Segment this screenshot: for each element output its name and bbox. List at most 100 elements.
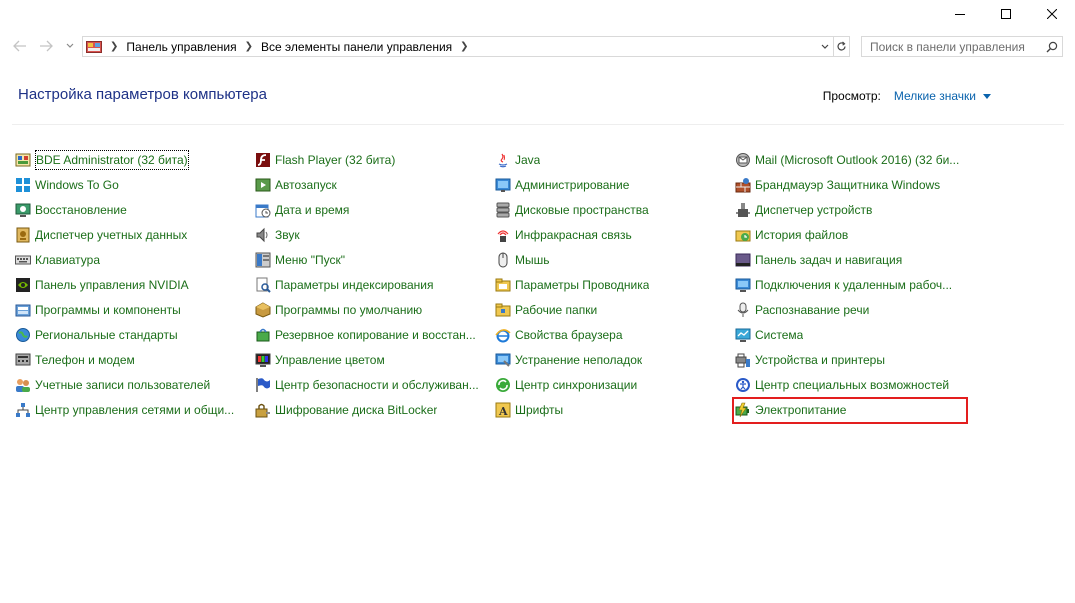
control-panel-item[interactable]: Параметры индексирования: [255, 275, 433, 295]
control-panel-item[interactable]: Резервное копирование и восстан...: [255, 325, 476, 345]
user-accounts-icon: [15, 377, 31, 393]
control-panel-item[interactable]: Региональные стандарты: [15, 325, 178, 345]
control-panel-item[interactable]: Инфракрасная связь: [495, 225, 632, 245]
breadcrumb-control-panel[interactable]: Панель управления: [126, 40, 236, 54]
item-label: Восстановление: [35, 203, 127, 217]
item-label: Меню "Пуск": [275, 253, 346, 267]
control-panel-item[interactable]: Параметры Проводника: [495, 275, 649, 295]
control-panel-item[interactable]: Дата и время: [255, 200, 349, 220]
speech-icon: [735, 302, 751, 318]
nvidia-icon: [15, 277, 31, 293]
item-label: Шифрование диска BitLocker: [275, 403, 438, 417]
sound-icon: [255, 227, 271, 243]
arrow-left-icon[interactable]: [10, 36, 30, 56]
item-label: Система: [755, 328, 804, 342]
item-label: История файлов: [755, 228, 849, 242]
item-label: Телефон и модем: [35, 353, 135, 367]
control-panel-item[interactable]: Автозапуск: [255, 175, 337, 195]
ease-of-access-icon: [735, 377, 751, 393]
control-panel-item[interactable]: Учетные записи пользователей: [15, 375, 210, 395]
maximize-icon[interactable]: [983, 0, 1029, 28]
devices-printers-icon: [735, 352, 751, 368]
control-panel-item[interactable]: Подключения к удаленным рабоч...: [735, 275, 952, 295]
fonts-icon: A: [495, 402, 511, 418]
bitlocker-icon: [255, 402, 271, 418]
control-panel-item[interactable]: Звук: [255, 225, 300, 245]
breadcrumb-all-items[interactable]: Все элементы панели управления: [261, 40, 452, 54]
color-management-icon: [255, 352, 271, 368]
control-panel-item[interactable]: Диспетчер учетных данных: [15, 225, 187, 245]
address-dropdown-icon[interactable]: [818, 37, 832, 56]
control-panel-item[interactable]: Распознавание речи: [735, 300, 869, 320]
region-icon: [15, 327, 31, 343]
control-panel-item[interactable]: Система: [735, 325, 803, 345]
control-panel-item[interactable]: Диспетчер устройств: [735, 200, 872, 220]
control-panel-item[interactable]: Свойства браузера: [495, 325, 623, 345]
flash-player-icon: [255, 152, 271, 168]
control-panel-item[interactable]: Восстановление: [15, 200, 127, 220]
highlight-frame: [732, 397, 968, 424]
control-panel-item[interactable]: Шифрование диска BitLocker: [255, 400, 437, 420]
item-label: Flash Player (32 бита): [275, 153, 396, 167]
troubleshoot-icon: [495, 352, 511, 368]
item-label: Администрирование: [515, 178, 630, 192]
item-label: Распознавание речи: [755, 303, 870, 317]
control-panel-item[interactable]: Центр управления сетями и общи...: [15, 400, 234, 420]
control-panel-item[interactable]: Устранение неполадок: [495, 350, 642, 370]
control-panel-item[interactable]: Брандмауэр Защитника Windows: [735, 175, 940, 195]
control-panel-item[interactable]: BDE Administrator (32 бита): [15, 150, 189, 170]
control-panel-item[interactable]: Центр специальных возможностей: [735, 375, 949, 395]
security-flag-icon: [255, 377, 271, 393]
control-panel-item[interactable]: Центр безопасности и обслуживан...: [255, 375, 479, 395]
control-panel-item[interactable]: Flash Player (32 бита): [255, 150, 395, 170]
view-selector: Просмотр: Мелкие значки: [823, 89, 991, 103]
control-panel-item[interactable]: Клавиатура: [15, 250, 100, 270]
item-label: Устранение неполадок: [515, 353, 643, 367]
search-input[interactable]: [862, 37, 1042, 56]
control-panel-item[interactable]: Панель задач и навигация: [735, 250, 902, 270]
breadcrumb-separator-icon: ❯: [110, 41, 119, 52]
item-label: Региональные стандарты: [35, 328, 178, 342]
arrow-right-icon[interactable]: [36, 36, 56, 56]
infrared-icon: [495, 227, 511, 243]
control-panel-item[interactable]: Панель управления NVIDIA: [15, 275, 189, 295]
control-panel-item[interactable]: A Шрифты: [495, 400, 563, 420]
keyboard-icon: [15, 252, 31, 268]
breadcrumb-separator-icon[interactable]: ❯: [460, 41, 468, 52]
device-manager-icon: [735, 202, 751, 218]
control-panel-item[interactable]: Администрирование: [495, 175, 629, 195]
control-panel-icon: [86, 40, 102, 53]
control-panel-item[interactable]: Управление цветом: [255, 350, 385, 370]
chevron-down-icon[interactable]: [63, 36, 77, 56]
mail-icon: [735, 152, 751, 168]
control-panel-item[interactable]: Дисковые пространства: [495, 200, 649, 220]
address-bar[interactable]: ❯ Панель управления ❯ Все элементы панел…: [82, 36, 850, 57]
view-dropdown-icon[interactable]: [983, 93, 991, 99]
close-icon[interactable]: [1029, 0, 1075, 28]
firewall-icon: [735, 177, 751, 193]
view-mode-link[interactable]: Мелкие значки: [894, 89, 976, 103]
control-panel-item[interactable]: История файлов: [735, 225, 848, 245]
item-label: Клавиатура: [35, 253, 100, 267]
control-panel-item[interactable]: Телефон и модем: [15, 350, 135, 370]
control-panel-item[interactable]: Устройства и принтеры: [735, 350, 885, 370]
search-icon[interactable]: [1042, 37, 1062, 56]
control-panel-item[interactable]: Мышь: [495, 250, 550, 270]
control-panel-item[interactable]: Java: [495, 150, 540, 170]
control-panel-item[interactable]: Программы и компоненты: [15, 300, 181, 320]
item-label: Панель управления NVIDIA: [35, 278, 189, 292]
control-panel-item[interactable]: Меню "Пуск": [255, 250, 345, 270]
item-label: Диспетчер учетных данных: [35, 228, 188, 242]
control-panel-item[interactable]: Программы по умолчанию: [255, 300, 422, 320]
control-panel-item[interactable]: Рабочие папки: [495, 300, 597, 320]
refresh-icon[interactable]: [833, 37, 849, 56]
item-label: Java: [515, 153, 541, 167]
minimize-icon[interactable]: [937, 0, 983, 28]
item-label: Управление цветом: [275, 353, 385, 367]
control-panel-item[interactable]: Mail (Microsoft Outlook 2016) (32 би...: [735, 150, 959, 170]
control-panel-item[interactable]: Windows To Go: [15, 175, 119, 195]
header-divider: [12, 124, 1064, 125]
control-panel-item[interactable]: Центр синхронизации: [495, 375, 637, 395]
default-programs-icon: [255, 302, 271, 318]
breadcrumb-separator-icon[interactable]: ❯: [245, 41, 253, 52]
